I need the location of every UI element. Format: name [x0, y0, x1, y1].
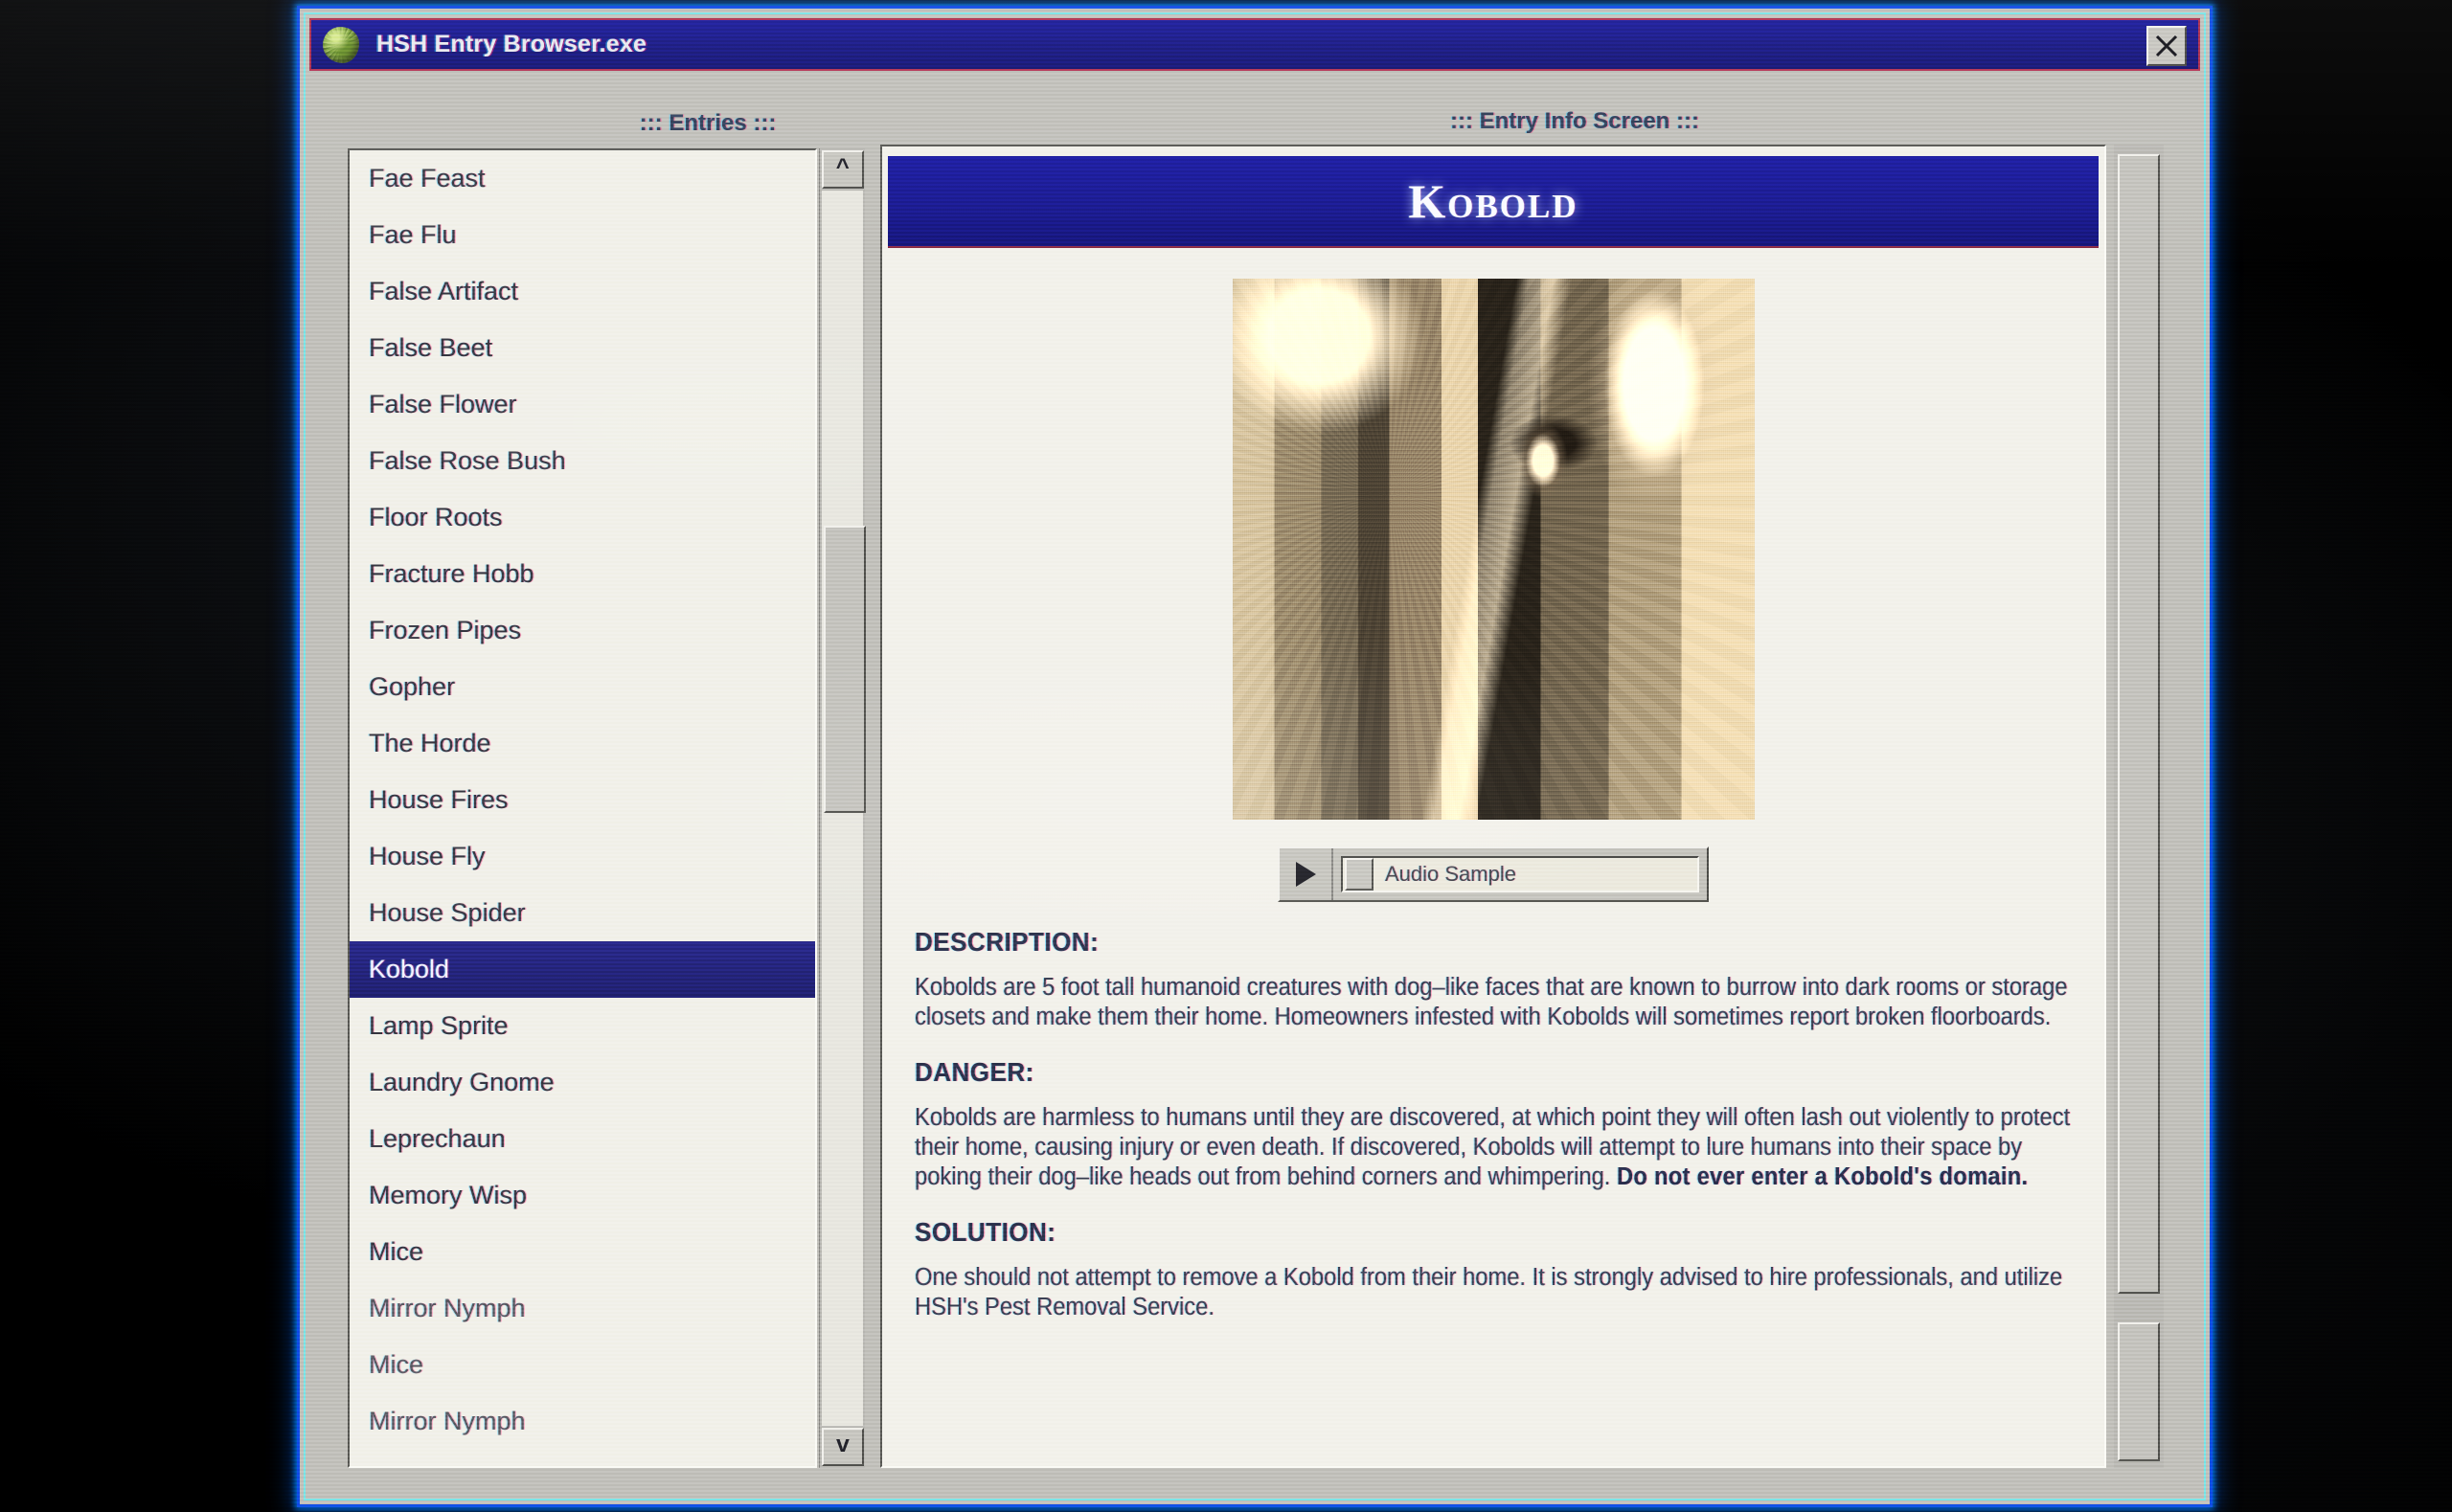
- entries-scroll-thumb[interactable]: [824, 526, 866, 813]
- list-item[interactable]: Floor Roots: [350, 489, 815, 546]
- list-item[interactable]: Mice: [350, 1337, 815, 1393]
- green-orb-icon: [323, 26, 359, 63]
- list-item[interactable]: False Beet: [350, 320, 815, 376]
- audio-slider-track[interactable]: Audio Sample: [1341, 856, 1699, 892]
- list-item[interactable]: False Artifact: [350, 263, 815, 320]
- entries-scrollbar[interactable]: ^ v: [819, 148, 866, 1468]
- section-heading: SOLUTION:: [915, 1217, 1056, 1247]
- audio-player[interactable]: Audio Sample: [1278, 846, 1709, 902]
- entry-title: Kobold: [1408, 174, 1578, 228]
- list-item[interactable]: Leprechaun: [350, 1111, 815, 1167]
- list-item[interactable]: Memory Wisp: [350, 1167, 815, 1224]
- section-heading: DANGER:: [915, 1057, 1034, 1087]
- entry-info-scrollbar[interactable]: [2114, 145, 2164, 1468]
- section-body-emphasis: Do not ever enter a Kobold's domain.: [1616, 1163, 2029, 1190]
- play-button[interactable]: [1280, 848, 1333, 900]
- list-item[interactable]: Mice: [350, 1224, 815, 1280]
- entries-list-panel[interactable]: Fae Feast Fae Flu False Artifact False Beet…: [348, 148, 817, 1468]
- entry-title-banner: Kobold: [888, 156, 2099, 248]
- scroll-down-button[interactable]: v: [822, 1428, 864, 1466]
- entry-info-panel: Kobold Audio Sample DESCRIPTION: Kobolds …: [880, 145, 2106, 1468]
- section-heading: DESCRIPTION:: [915, 927, 1100, 957]
- window-title: HSH Entry Browser.exe: [376, 31, 647, 57]
- window-inner-frame: HSH Entry Browser.exe ::: Entries ::: ::…: [304, 12, 2206, 1501]
- list-item[interactable]: Kobold: [350, 941, 815, 998]
- entries-heading: ::: Entries :::: [639, 110, 777, 136]
- list-item[interactable]: The Horde: [350, 715, 815, 772]
- entry-image: [1232, 279, 1755, 820]
- scroll-up-button[interactable]: ^: [822, 150, 864, 189]
- dark-doorway-photo: [1232, 279, 1755, 820]
- entries-list[interactable]: Fae Feast Fae Flu False Artifact False Beet…: [350, 150, 815, 1466]
- section-body: One should not attempt to remove a Kobol…: [915, 1264, 2063, 1320]
- list-item[interactable]: Fae Flu: [350, 207, 815, 263]
- audio-sample-label: Audio Sample: [1385, 862, 1516, 886]
- list-item[interactable]: Mirror Nymph: [350, 1393, 815, 1450]
- list-item[interactable]: House Fires: [350, 772, 815, 828]
- list-item[interactable]: Gopher: [350, 659, 815, 715]
- entries-scroll-track[interactable]: [822, 191, 866, 1426]
- play-icon: [1296, 862, 1316, 887]
- title-bar[interactable]: HSH Entry Browser.exe: [309, 18, 2200, 71]
- list-item[interactable]: Laundry Gnome: [350, 1054, 815, 1111]
- entry-sections: DESCRIPTION: Kobolds are 5 foot tall huma…: [882, 902, 2104, 1322]
- entry-info-scroll-thumb-lower[interactable]: [2118, 1322, 2160, 1461]
- close-icon: [2155, 34, 2178, 57]
- list-item[interactable]: Mirror Nymph: [350, 1280, 815, 1337]
- section-body: Kobolds are 5 foot tall humanoid creatur…: [915, 974, 2068, 1030]
- application-window: HSH Entry Browser.exe ::: Entries ::: ::…: [297, 6, 2213, 1507]
- audio-slider-handle[interactable]: [1345, 858, 1374, 891]
- list-item[interactable]: Fracture Hobb: [350, 546, 815, 602]
- close-button[interactable]: [2146, 26, 2187, 66]
- entry-info-heading: ::: Entry Info Screen :::: [1449, 108, 1699, 134]
- section-body: Kobolds are harmless to humans until the…: [915, 1104, 2071, 1190]
- list-item[interactable]: House Fly: [350, 828, 815, 885]
- list-item[interactable]: False Flower: [350, 376, 815, 433]
- list-item[interactable]: Frozen Pipes: [350, 602, 815, 659]
- list-item[interactable]: Fae Feast: [350, 150, 815, 207]
- list-item[interactable]: False Rose Bush: [350, 433, 815, 489]
- entry-info-scroll-thumb[interactable]: [2118, 154, 2160, 1294]
- list-item[interactable]: Lamp Sprite: [350, 998, 815, 1054]
- list-item[interactable]: House Spider: [350, 885, 815, 941]
